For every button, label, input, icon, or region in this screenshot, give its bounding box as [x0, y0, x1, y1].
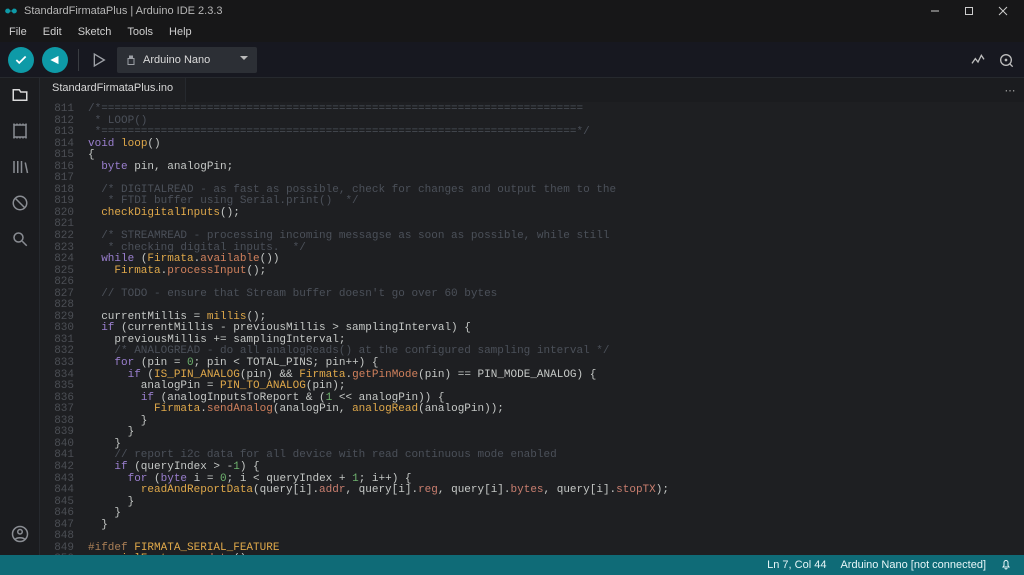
board-name: Arduino Nano	[143, 54, 210, 66]
window-maximize-button[interactable]	[952, 0, 986, 22]
code-content[interactable]: /*======================================…	[88, 102, 1024, 555]
window-titlebar: StandardFirmataPlus | Arduino IDE 2.3.3	[0, 0, 1024, 22]
account-icon[interactable]	[9, 523, 31, 545]
tab-overflow-button[interactable]: ⋯	[996, 78, 1024, 102]
menu-help[interactable]: Help	[162, 24, 199, 40]
board-selector[interactable]: Arduino Nano	[117, 47, 257, 73]
window-minimize-button[interactable]	[918, 0, 952, 22]
toolbar-separator	[78, 49, 79, 71]
menubar: File Edit Sketch Tools Help	[0, 22, 1024, 42]
usb-icon	[125, 54, 137, 66]
chevron-down-icon	[239, 53, 249, 66]
menu-sketch[interactable]: Sketch	[71, 24, 119, 40]
serial-monitor-button[interactable]	[996, 50, 1016, 70]
status-board[interactable]: Arduino Nano [not connected]	[840, 559, 986, 571]
arduino-icon	[4, 4, 18, 18]
code-editor[interactable]: 811 812 813 814 815 816 817 818 819 820 …	[40, 102, 1024, 555]
debug-panel-icon[interactable]	[9, 192, 31, 214]
window-close-button[interactable]	[986, 0, 1020, 22]
window-title: StandardFirmataPlus | Arduino IDE 2.3.3	[24, 5, 918, 17]
menu-file[interactable]: File	[2, 24, 34, 40]
serial-plotter-button[interactable]	[968, 50, 988, 70]
debug-button[interactable]	[89, 50, 109, 70]
notifications-icon[interactable]	[1000, 558, 1014, 572]
tab-label: StandardFirmataPlus.ino	[52, 82, 173, 94]
status-bar: Ln 7, Col 44 Arduino Nano [not connected…	[0, 555, 1024, 575]
sketchbook-icon[interactable]	[9, 84, 31, 106]
tab-sketch[interactable]: StandardFirmataPlus.ino	[40, 78, 186, 102]
tab-bar: StandardFirmataPlus.ino ⋯	[40, 78, 1024, 102]
status-cursor[interactable]: Ln 7, Col 44	[767, 559, 826, 571]
boards-manager-icon[interactable]	[9, 120, 31, 142]
library-manager-icon[interactable]	[9, 156, 31, 178]
upload-button[interactable]	[42, 47, 68, 73]
verify-button[interactable]	[8, 47, 34, 73]
line-number-gutter: 811 812 813 814 815 816 817 818 819 820 …	[40, 102, 80, 555]
activity-bar	[0, 78, 40, 555]
search-icon[interactable]	[9, 228, 31, 250]
menu-tools[interactable]: Tools	[120, 24, 160, 40]
menu-edit[interactable]: Edit	[36, 24, 69, 40]
toolbar: Arduino Nano	[0, 42, 1024, 78]
